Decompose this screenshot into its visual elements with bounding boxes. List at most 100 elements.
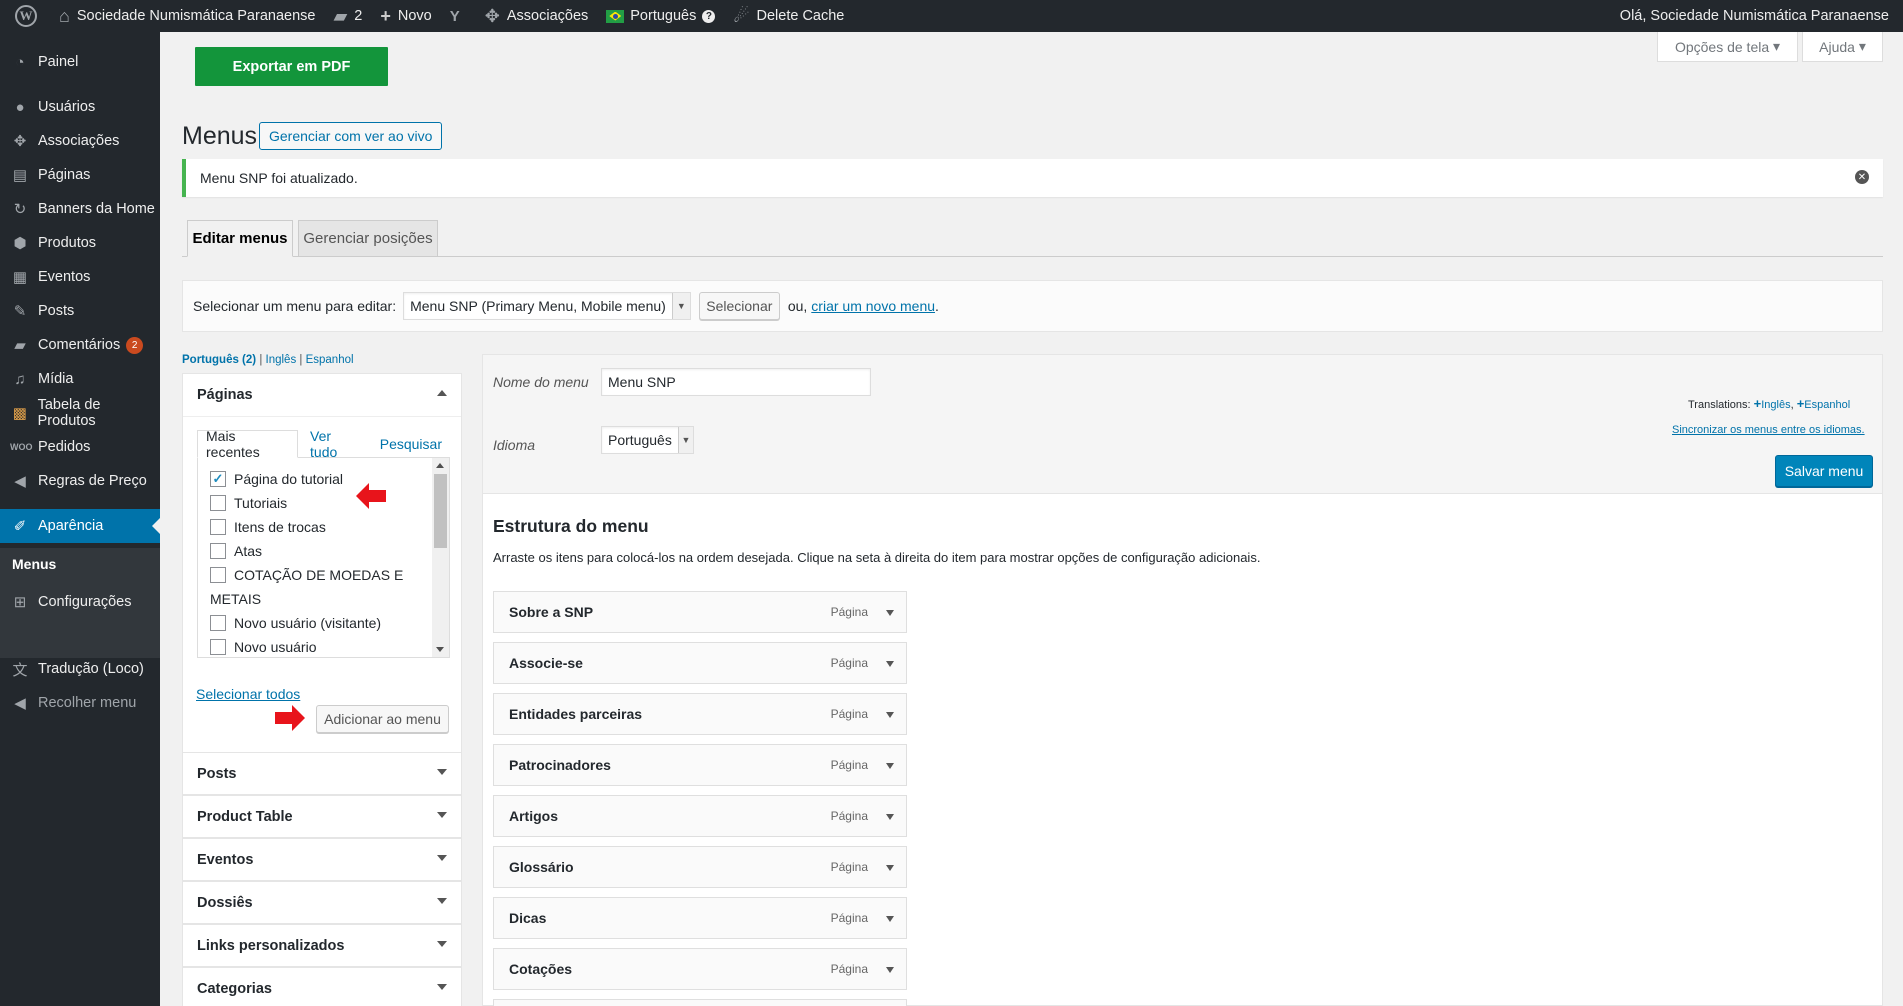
categories-accordion[interactable]: Categorias: [182, 967, 462, 1006]
dossies-accordion[interactable]: Dossiês: [182, 881, 462, 924]
menu-item-bar-partial[interactable]: [493, 999, 907, 1006]
checkbox-checked[interactable]: ✓: [210, 471, 226, 487]
sidebar-item-comentarios[interactable]: ▰ Comentários 2: [0, 328, 160, 362]
arrow-down-icon[interactable]: [886, 865, 894, 871]
menu-item-title: Artigos: [509, 808, 558, 824]
language-switcher[interactable]: Português ?: [597, 0, 724, 32]
select-all-link[interactable]: Selecionar todos: [196, 686, 300, 702]
checkbox[interactable]: [210, 519, 226, 535]
collapse-menu-button[interactable]: ◀ Recolher menu: [0, 686, 160, 720]
submenu-item-menus[interactable]: Menus: [0, 549, 160, 579]
site-name-link[interactable]: ⌂ Sociedade Numismática Paranaense: [50, 0, 324, 32]
sidebar-item-aparencia[interactable]: ✐ Aparência: [0, 509, 160, 543]
menu-item-bar[interactable]: Artigos Página: [493, 795, 907, 837]
menu-item-type: Página: [830, 911, 868, 925]
list-item[interactable]: COTAÇÃO DE MOEDAS E: [210, 567, 410, 583]
delete-cache-link[interactable]: ☄ Delete Cache: [724, 0, 853, 32]
sidebar-item-usuarios[interactable]: ● Usuários: [0, 90, 160, 124]
help-button[interactable]: Ajuda ▾: [1802, 32, 1883, 62]
sidebar-item-banners[interactable]: ↻ Banners da Home: [0, 192, 160, 226]
create-menu-link[interactable]: criar um novo menu: [811, 298, 935, 314]
sidebar-item-posts[interactable]: ✎ Posts: [0, 294, 160, 328]
arrow-down-icon[interactable]: [886, 712, 894, 718]
tab-view-all[interactable]: Ver tudo: [302, 428, 368, 460]
menu-name-input[interactable]: Menu SNP: [601, 368, 871, 396]
lang-current-link[interactable]: Português (2): [182, 354, 256, 366]
export-pdf-button[interactable]: Exportar em PDF: [195, 47, 388, 86]
product-table-accordion[interactable]: Product Table: [182, 795, 462, 838]
arrow-down-icon[interactable]: [886, 661, 894, 667]
sidebar-item-tabela[interactable]: ▩ Tabela de Produtos: [0, 396, 160, 430]
translation-en-link[interactable]: +Inglês: [1754, 396, 1791, 411]
scrollbar-thumb[interactable]: [434, 474, 447, 548]
list-item[interactable]: Novo usuário (visitante): [210, 615, 410, 631]
add-to-menu-button[interactable]: Adicionar ao menu: [316, 705, 449, 733]
menu-select[interactable]: Menu SNP (Primary Menu, Mobile menu) ▼: [403, 292, 691, 320]
site-name: Sociedade Numismática Paranaense: [76, 8, 316, 24]
list-item[interactable]: Atas: [210, 543, 410, 559]
sidebar-label: Banners da Home: [38, 201, 155, 217]
arrow-down-icon[interactable]: [886, 916, 894, 922]
menu-item-bar[interactable]: Dicas Página: [493, 897, 907, 939]
sidebar-label: Usuários: [38, 99, 96, 115]
menu-item-bar[interactable]: Patrocinadores Página: [493, 744, 907, 786]
new-content-link[interactable]: + Novo: [371, 0, 440, 32]
eventos-accordion[interactable]: Eventos: [182, 838, 462, 881]
sidebar-item-midia[interactable]: ♫ Mídia: [0, 362, 160, 396]
sidebar-item-configuracoes[interactable]: ⊞ Configurações: [0, 585, 160, 619]
annotation-arrow-left-icon: [356, 483, 386, 509]
checkbox[interactable]: [210, 543, 226, 559]
menu-item-bar[interactable]: Entidades parceiras Página: [493, 693, 907, 735]
refresh-icon: ↻: [13, 201, 27, 218]
scroll-up-icon[interactable]: [436, 463, 444, 468]
translation-es-link[interactable]: +Espanhol: [1797, 396, 1850, 411]
sync-menus-link[interactable]: Sincronizar os menus entre os idiomas.: [1672, 424, 1865, 436]
checkbox[interactable]: [210, 615, 226, 631]
checkbox[interactable]: [210, 567, 226, 583]
tab-edit-menus[interactable]: Editar menus: [187, 220, 293, 257]
comments-link[interactable]: ▰ 2: [324, 0, 371, 32]
tab-most-recent[interactable]: Mais recentes: [197, 428, 299, 460]
pages-accordion-header[interactable]: Páginas: [183, 374, 461, 416]
sidebar-item-regras[interactable]: ◀ Regras de Preço: [0, 464, 160, 498]
arrow-down-icon[interactable]: [886, 814, 894, 820]
save-menu-button[interactable]: Salvar menu: [1775, 455, 1873, 487]
menu-item-bar[interactable]: Sobre a SNP Página: [493, 591, 907, 633]
dismiss-icon[interactable]: ✕: [1855, 170, 1869, 184]
language-select-value: Português: [608, 432, 672, 448]
checkbox[interactable]: [210, 495, 226, 511]
sidebar-item-pedidos[interactable]: WOO Pedidos: [0, 430, 160, 464]
scrollbar[interactable]: [432, 458, 449, 657]
sidebar-item-associacoes[interactable]: ✥ Associações: [0, 124, 160, 158]
arrow-down-icon[interactable]: [886, 610, 894, 616]
manage-live-button[interactable]: Gerenciar com ver ao vivo: [259, 122, 443, 150]
list-item[interactable]: Novo usuário: [210, 639, 410, 655]
screen-options-button[interactable]: Opções de tela ▾: [1657, 32, 1798, 62]
posts-accordion[interactable]: Posts: [182, 752, 462, 795]
translations-row: Translations: +Inglês, +Espanhol: [1688, 396, 1850, 411]
language-select[interactable]: Português ▼: [601, 426, 694, 454]
sidebar-item-traducao[interactable]: 文 Tradução (Loco): [0, 652, 160, 686]
associations-link[interactable]: ✥ Associações: [476, 0, 598, 32]
sidebar-item-eventos[interactable]: ▦ Eventos: [0, 260, 160, 294]
sidebar-item-produtos[interactable]: ⬢ Produtos: [0, 226, 160, 260]
scroll-down-icon[interactable]: [436, 647, 444, 652]
select-button[interactable]: Selecionar: [698, 292, 780, 320]
arrow-down-icon[interactable]: [886, 967, 894, 973]
list-item[interactable]: Itens de trocas: [210, 519, 410, 535]
menu-item-bar[interactable]: Cotações Página: [493, 948, 907, 990]
tab-manage-locations[interactable]: Gerenciar posições: [298, 220, 438, 257]
yoast-link[interactable]: Y: [441, 0, 476, 32]
checkbox[interactable]: [210, 639, 226, 655]
arrow-down-icon[interactable]: [886, 763, 894, 769]
menu-item-bar[interactable]: Associe-se Página: [493, 642, 907, 684]
tab-search[interactable]: Pesquisar: [372, 430, 450, 458]
lang-ingles-link[interactable]: Inglês: [266, 354, 297, 366]
menu-item-bar[interactable]: Glossário Página: [493, 846, 907, 888]
lang-espanhol-link[interactable]: Espanhol: [306, 354, 354, 366]
sidebar-item-paginas[interactable]: ▤ Páginas: [0, 158, 160, 192]
custom-links-accordion[interactable]: Links personalizados: [182, 924, 462, 967]
wordpress-logo[interactable]: W: [0, 0, 50, 32]
account-menu[interactable]: Olá, Sociedade Numismática Paranaense: [1611, 0, 1903, 32]
sidebar-item-painel[interactable]: ◔ Painel: [0, 45, 160, 79]
